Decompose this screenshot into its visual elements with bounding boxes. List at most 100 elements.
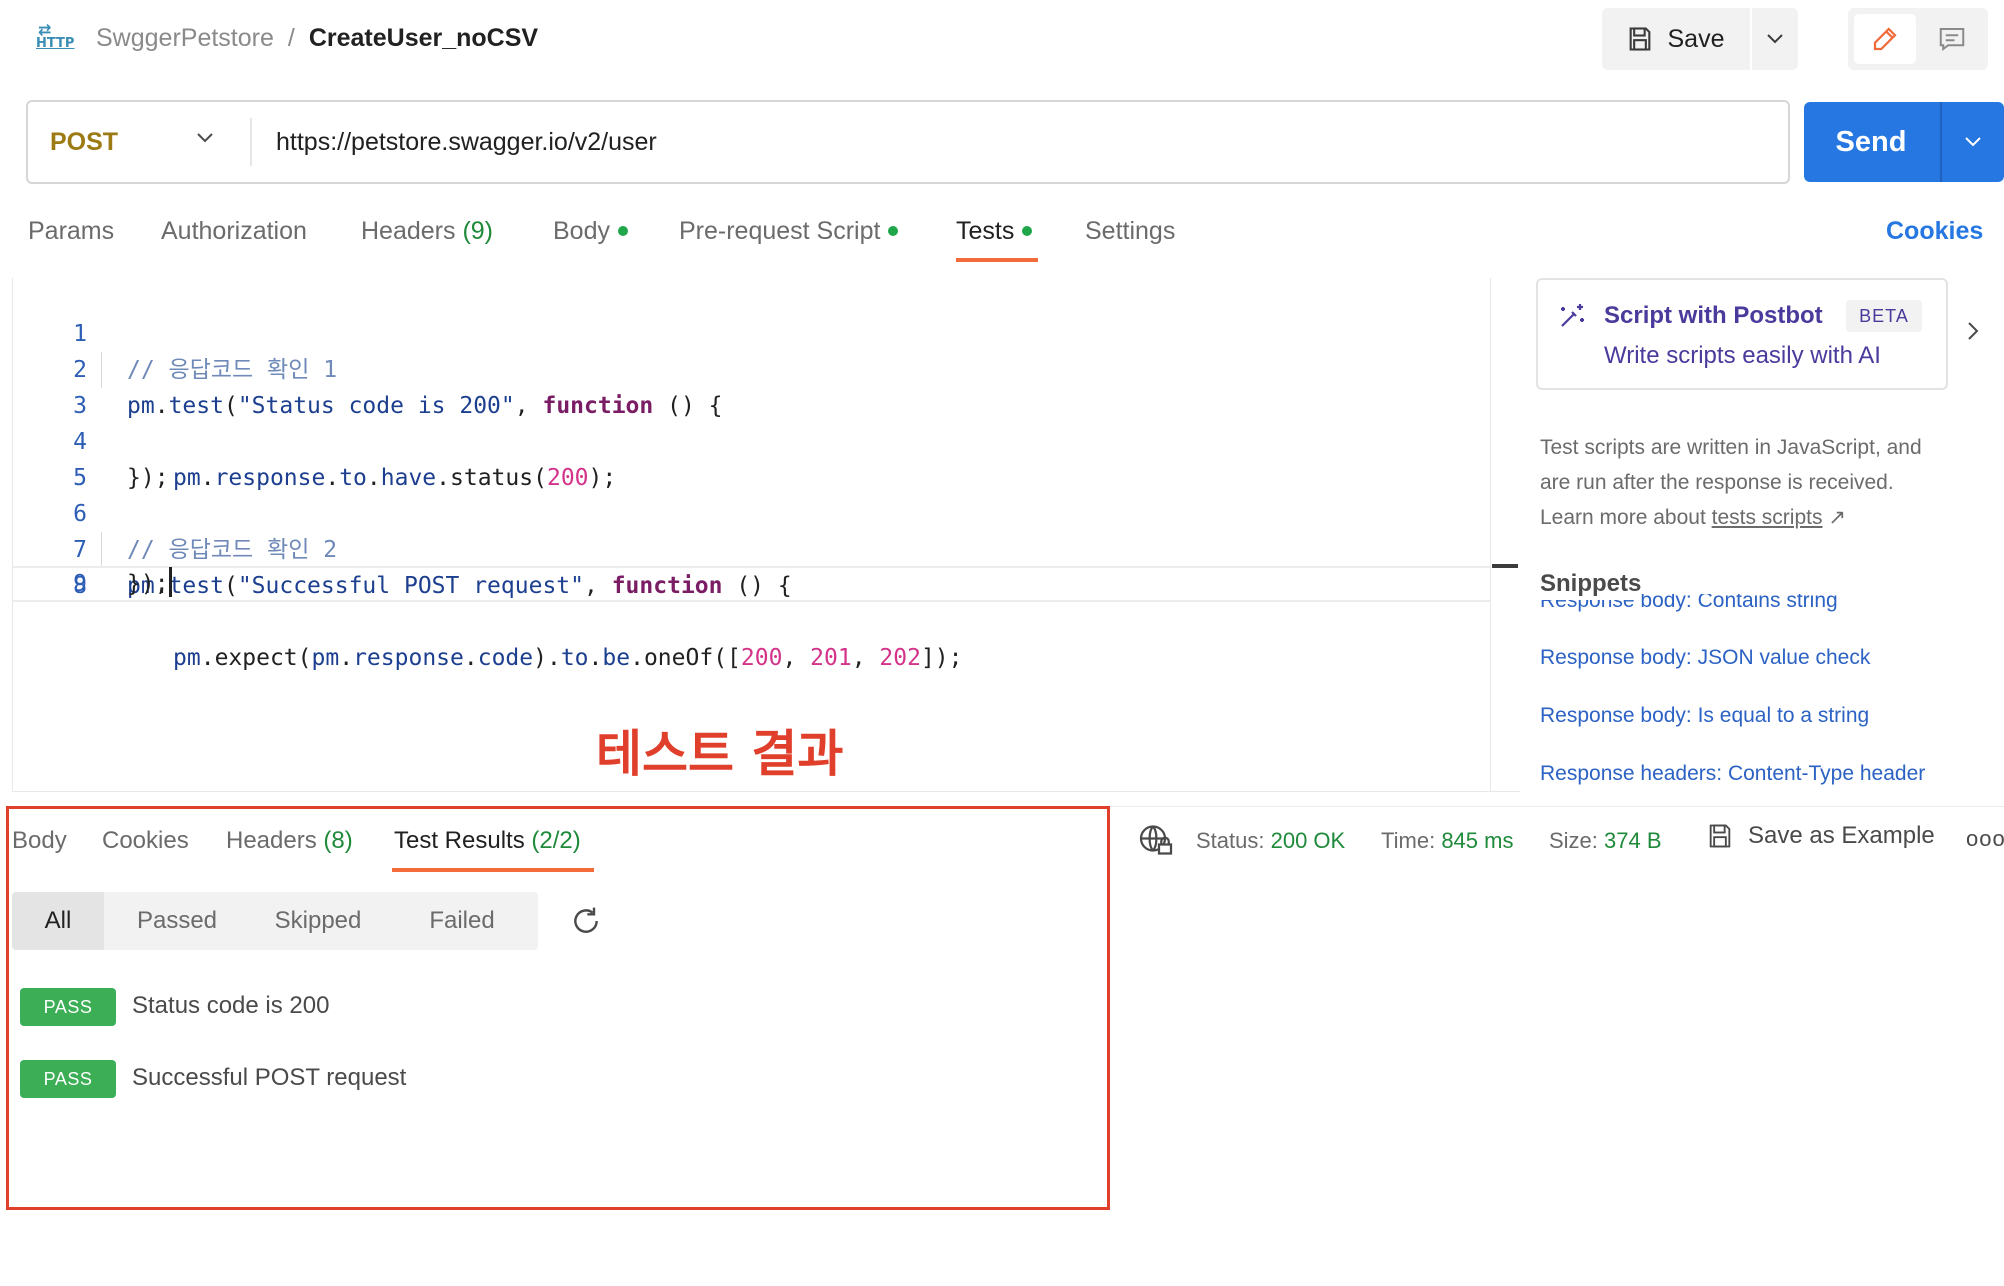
tab-body-label: Body — [553, 217, 610, 245]
editor-scrollbar[interactable] — [1490, 278, 1520, 792]
code-token: . — [463, 645, 478, 671]
http-icon-label: HTTP — [36, 36, 75, 51]
size-label: Size: — [1549, 828, 1598, 853]
tab-authorization[interactable]: Authorization — [161, 216, 307, 246]
chevron-down-icon — [197, 133, 213, 143]
learn-more-text: Learn more about — [1540, 506, 1706, 529]
code-token: expect — [214, 645, 298, 671]
tab-tests-indicator-dot — [1022, 226, 1033, 236]
editor-scroll-marker — [1492, 564, 1518, 568]
code-line: 6 // 응답코드 확인 2 — [13, 460, 1491, 563]
code-token: code — [477, 645, 534, 671]
url-divider — [250, 118, 252, 166]
postbot-sparkle-icon — [1561, 304, 1584, 327]
chevron-down-icon — [1965, 137, 1981, 147]
code-line: 4 }); — [13, 388, 1491, 491]
response-size[interactable]: Size: 374 B — [1549, 826, 1662, 856]
code-token: be — [602, 645, 631, 671]
chevron-right-icon[interactable] — [1966, 320, 1980, 342]
comment-icon — [1939, 28, 1965, 51]
code-line: 7 pm.test("Successful POST request", fun… — [13, 496, 1491, 599]
chevron-down-icon — [1767, 34, 1783, 44]
save-as-example-label: Save as Example — [1748, 822, 1935, 849]
send-button-group: Send — [1804, 102, 2004, 182]
snippets-heading: Snippets — [1540, 570, 1642, 600]
size-value: 374 B — [1604, 828, 1662, 853]
pane-divider[interactable] — [1108, 806, 2004, 807]
snippet-item[interactable]: Response headers: Content-Type header — [1540, 759, 1925, 789]
status-value: 200 OK — [1270, 828, 1346, 853]
tests-scripts-link[interactable]: tests scripts — [1712, 506, 1823, 529]
indent-guide — [101, 352, 102, 388]
tab-body[interactable]: Body — [553, 216, 628, 246]
http-method-value: POST — [50, 127, 119, 156]
tests-description: Test scripts are written in JavaScript, … — [1540, 430, 1980, 535]
active-tab-underline — [956, 258, 1038, 262]
code-token: oneOf — [643, 645, 714, 671]
status-label: Status: — [1196, 828, 1265, 853]
response-status[interactable]: Status: 200 OK — [1196, 826, 1345, 856]
response-time[interactable]: Time: 845 ms — [1381, 826, 1513, 856]
code-token: ]); — [920, 645, 963, 671]
floppy-disk-icon — [1629, 27, 1650, 51]
code-token: ( — [297, 645, 312, 671]
tests-description-line: Learn more about tests scripts ↗ — [1540, 500, 1980, 535]
code-token: pm — [173, 645, 201, 671]
http-method-select[interactable]: POST — [28, 102, 250, 182]
time-label: Time: — [1381, 828, 1436, 853]
save-label: Save — [1667, 24, 1725, 53]
indent-guide — [101, 532, 102, 568]
tab-pre-request-script[interactable]: Pre-request Script — [679, 216, 899, 246]
top-bar: ⇄ HTTP SwggerPetstore / CreateUser_noCSV S… — [0, 0, 2004, 76]
tab-tests[interactable]: Tests — [956, 216, 1033, 246]
postbot-subtitle: Write scripts easily with AI — [1604, 342, 1881, 369]
breadcrumb-separator: / — [287, 24, 295, 52]
tab-headers[interactable]: Headers (9) — [361, 216, 493, 246]
code-token: to — [560, 645, 589, 671]
code-token: response — [353, 645, 464, 671]
snippet-item[interactable]: Response body: Is equal to a string — [1540, 701, 1869, 731]
breadcrumb-request-name[interactable]: CreateUser_noCSV — [309, 24, 538, 52]
code-number: 200 — [740, 645, 783, 671]
code-token: pm — [311, 645, 340, 671]
tab-headers-count: (9) — [462, 217, 494, 245]
tests-description-line: Test scripts are written in JavaScript, … — [1540, 436, 1922, 459]
breadcrumb-collection[interactable]: SwggerPetstore — [96, 24, 274, 52]
line-number: 9 — [73, 571, 87, 597]
pencil-icon — [1873, 27, 1897, 51]
snippet-item[interactable]: Response body: JSON value check — [1540, 643, 1870, 673]
tests-description-line: are run after the response is received. — [1540, 471, 1894, 494]
test-script-editor[interactable]: 1 // 응답코드 확인 1 2 pm.test("Status code is… — [12, 278, 1520, 792]
comments-button[interactable] — [1922, 14, 1982, 64]
code-line: 2 pm.test("Status code is 200", function… — [13, 316, 1491, 419]
floppy-disk-icon — [1709, 824, 1731, 848]
more-options-icon[interactable]: ooo — [1966, 826, 2004, 852]
code-number: 202 — [879, 645, 921, 671]
send-options-dropdown[interactable] — [1940, 102, 2004, 182]
postbot-card[interactable]: Script with Postbot BETA Write scripts e… — [1536, 278, 1948, 390]
code-token: ). — [533, 645, 561, 671]
snippets-list: Response body: Contains string Response … — [1536, 594, 1976, 794]
tab-pre-request-label: Pre-request Script — [679, 217, 881, 245]
code-token: . — [630, 645, 644, 671]
save-button-group: Save — [1602, 8, 1798, 70]
code-token: , — [851, 645, 880, 671]
external-link-icon: ↗ — [1828, 506, 1846, 529]
code-line: 8 pm.expect(pm.response.code).to.be.oneO… — [13, 532, 1491, 671]
tab-tests-label: Tests — [956, 217, 1015, 245]
annotation-highlight-box — [6, 806, 1110, 1210]
cookies-link[interactable]: Cookies — [1886, 216, 1983, 246]
save-options-dropdown[interactable] — [1750, 8, 1798, 70]
url-input[interactable] — [276, 102, 1756, 182]
send-button[interactable]: Send — [1804, 102, 1938, 182]
edit-mode-button[interactable] — [1854, 14, 1916, 64]
tab-settings[interactable]: Settings — [1085, 216, 1175, 246]
code-line: 5 — [13, 424, 1491, 491]
tab-body-indicator-dot — [617, 226, 628, 236]
code-token: . — [339, 645, 354, 671]
tab-params[interactable]: Params — [28, 216, 114, 246]
globe-lock-icon[interactable] — [1138, 822, 1174, 858]
save-button[interactable]: Save — [1602, 8, 1748, 70]
view-mode-toggle — [1848, 8, 1988, 70]
save-as-example-button[interactable]: Save as Example — [1706, 822, 1935, 850]
